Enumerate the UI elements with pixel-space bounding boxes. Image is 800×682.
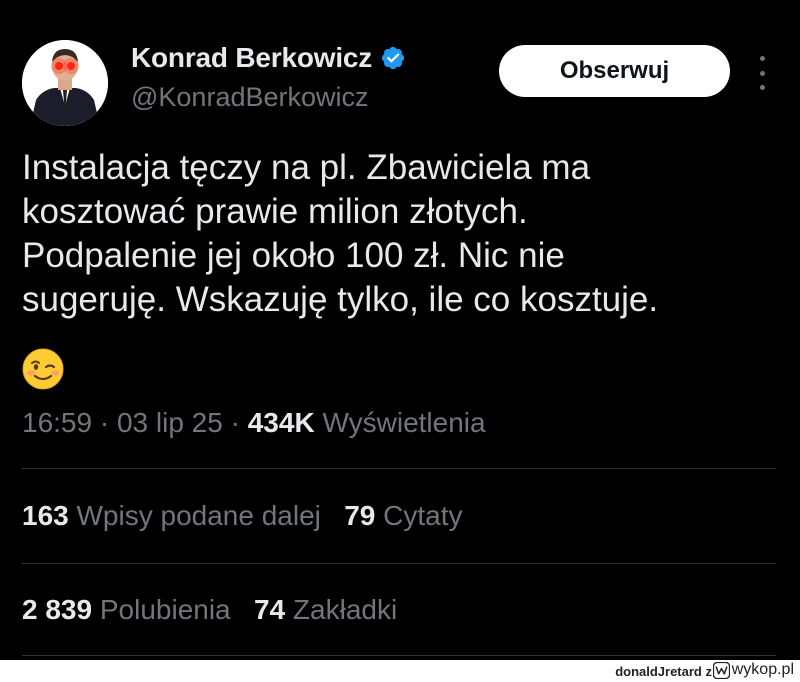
likes-label: Polubienia: [99, 594, 231, 625]
tweet-time[interactable]: 16:59: [22, 407, 92, 438]
meta-separator: ·: [222, 407, 248, 438]
more-dot: [759, 85, 765, 90]
wykop-logo-icon: [712, 661, 730, 679]
stats-row-likes-bookmarks: 2 839 Polubienia 74 Zakładki: [22, 594, 397, 626]
avatar[interactable]: [22, 40, 108, 126]
tweet-date[interactable]: 03 lip 25: [117, 407, 223, 438]
follow-button[interactable]: Obserwuj: [499, 45, 730, 97]
more-dot: [759, 70, 765, 76]
footer-author[interactable]: donaldJretard z: [615, 664, 712, 679]
tweet-card: Konrad Berkowicz @KonradBerkowicz Obserw…: [0, 0, 800, 660]
author-handle[interactable]: @KonradBerkowicz: [131, 82, 369, 113]
tweet-text-line: sugeruję. Wskazuję tylko, ile co kosztuj…: [22, 280, 659, 319]
divider: [22, 655, 776, 656]
author-display-name[interactable]: Konrad Berkowicz: [131, 42, 372, 74]
stats-row-reposts-quotes: 163 Wpisy podane dalej 79 Cytaty: [22, 500, 463, 532]
reposts-count: 163: [22, 500, 69, 531]
divider: [22, 468, 776, 469]
tweet-text: Instalacja tęczy na pl. Zbawiciela ma ko…: [22, 146, 782, 322]
quotes-stat[interactable]: 79 Cytaty: [344, 500, 462, 531]
reposts-label: Wpisy podane dalej: [76, 500, 321, 531]
more-dot: [759, 56, 765, 61]
footer-username: donaldJretard: [615, 664, 702, 679]
author-name-row: Konrad Berkowicz: [131, 42, 406, 74]
divider: [22, 563, 776, 564]
bookmarks-stat[interactable]: 74 Zakładki: [254, 594, 397, 625]
bookmarks-count: 74: [253, 594, 286, 625]
likes-stat[interactable]: 2 839 Polubienia: [22, 594, 231, 625]
more-options-icon[interactable]: [752, 56, 772, 90]
winking-face-icon: [22, 348, 64, 390]
bookmarks-label: Zakładki: [292, 594, 398, 625]
footer-z: z: [705, 664, 713, 679]
likes-count: 2 839: [22, 594, 93, 625]
tweet-text-line: Podpalenie jej około 100 zł. Nic nie: [22, 236, 565, 275]
tweet-meta: 16:59 · 03 lip 25 · 434K Wyświetlenia: [22, 407, 486, 439]
quotes-count: 79: [344, 500, 376, 531]
verified-badge-icon: [381, 46, 405, 70]
views-count: 434K: [247, 407, 315, 438]
views-label: Wyświetlenia: [314, 407, 486, 438]
wykop-brand-text: wykop.pl: [731, 661, 794, 678]
reposts-stat[interactable]: 163 Wpisy podane dalej: [22, 500, 321, 531]
meta-separator: ·: [92, 407, 117, 438]
watermark-footer: donaldJretard z wykop.pl: [0, 660, 800, 682]
wykop-brand[interactable]: wykop.pl: [712, 661, 794, 679]
tweet-text-line: kosztować prawie milion złotych.: [22, 192, 528, 231]
tweet-text-line: Instalacja tęczy na pl. Zbawiciela ma: [22, 148, 591, 187]
quotes-label: Cytaty: [383, 500, 463, 531]
